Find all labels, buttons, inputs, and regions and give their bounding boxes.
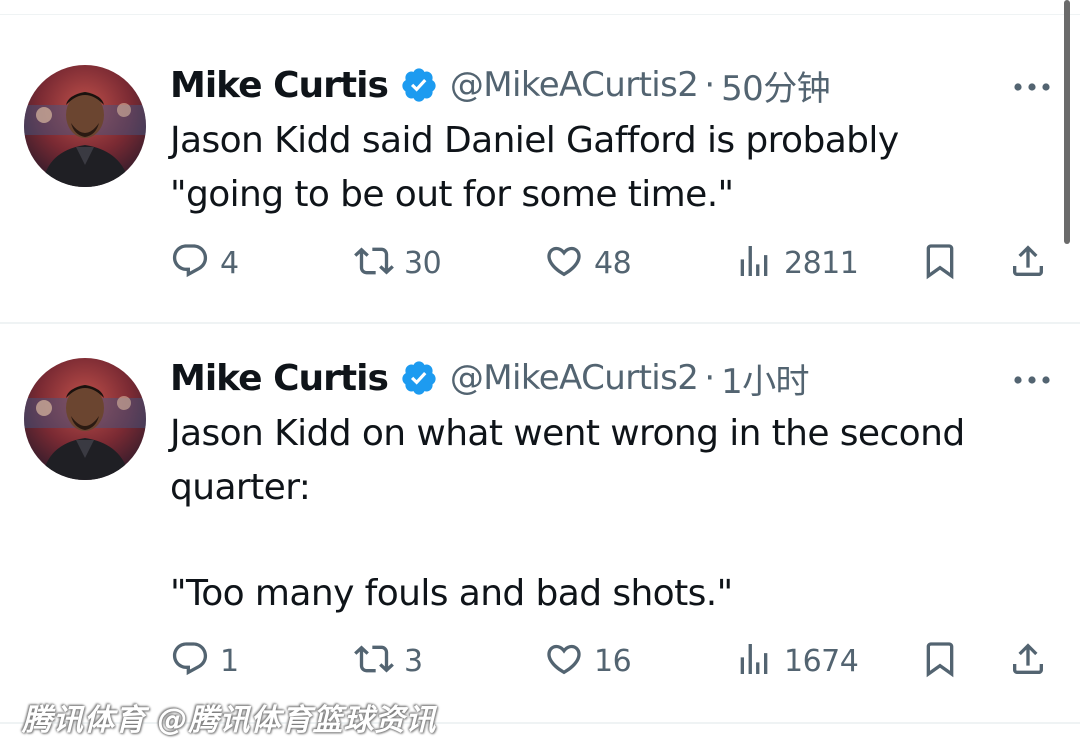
views-count: 2811 <box>784 245 859 281</box>
retweet-button[interactable]: 30 <box>354 238 442 288</box>
reply-icon <box>170 241 210 285</box>
tweet-text-line: Jason Kidd on what went wrong in the sec… <box>170 413 965 454</box>
scrollbar[interactable] <box>1064 0 1070 244</box>
retweet-button[interactable]: 3 <box>354 636 423 686</box>
timestamp[interactable]: 50分钟 <box>721 61 830 110</box>
tweet-header: Mike Curtis @MikeACurtis2 · 50分钟 <box>170 61 831 110</box>
like-button[interactable]: 16 <box>544 636 632 686</box>
like-count: 16 <box>594 643 632 679</box>
more-icon[interactable] <box>1012 78 1052 91</box>
tweet-text-line: quarter: <box>170 467 311 508</box>
reply-button[interactable]: 1 <box>170 636 239 686</box>
separator-dot: · <box>704 65 716 105</box>
tweet-text: Jason Kidd on what went wrong in the sec… <box>170 407 1050 621</box>
reply-button[interactable]: 4 <box>170 238 239 288</box>
verified-badge-icon <box>400 66 438 104</box>
watermark: 腾讯体育 @腾讯体育篮球资讯 <box>22 703 437 738</box>
reply-icon <box>170 639 210 683</box>
tweet-actions: 1 3 16 1674 <box>170 636 1060 686</box>
share-button[interactable] <box>1008 636 1048 686</box>
views-icon <box>734 639 774 683</box>
share-icon <box>1008 639 1048 683</box>
author-name[interactable]: Mike Curtis <box>170 65 389 106</box>
retweet-count: 3 <box>404 643 423 679</box>
like-count: 48 <box>594 245 632 281</box>
views-count: 1674 <box>784 643 859 679</box>
views-button[interactable]: 1674 <box>734 636 859 686</box>
author-handle[interactable]: @MikeACurtis2 <box>450 65 699 105</box>
like-icon <box>544 639 584 683</box>
separator-dot: · <box>704 358 716 398</box>
reply-count: 4 <box>220 245 239 281</box>
share-icon <box>1008 241 1048 285</box>
timestamp[interactable]: 1小时 <box>721 354 809 403</box>
views-button[interactable]: 2811 <box>734 238 859 288</box>
like-button[interactable]: 48 <box>544 238 632 288</box>
retweet-icon <box>354 241 394 285</box>
more-icon[interactable] <box>1012 371 1052 384</box>
retweet-icon <box>354 639 394 683</box>
top-divider <box>0 14 1080 15</box>
share-button[interactable] <box>1008 238 1048 288</box>
author-handle[interactable]: @MikeACurtis2 <box>450 358 699 398</box>
tweet-actions: 4 30 48 2811 <box>170 238 1060 288</box>
avatar[interactable] <box>24 65 146 187</box>
tweet-text-line: Jason Kidd said Daniel Gafford is probab… <box>170 120 899 161</box>
author-name[interactable]: Mike Curtis <box>170 358 389 399</box>
tweet-divider <box>0 322 1080 324</box>
avatar[interactable] <box>24 358 146 480</box>
tweet-header: Mike Curtis @MikeACurtis2 · 1小时 <box>170 354 810 403</box>
tweet-text-line: "Too many fouls and bad shots." <box>170 573 733 614</box>
bookmark-button[interactable] <box>920 636 960 686</box>
views-icon <box>734 241 774 285</box>
bookmark-icon <box>920 241 960 285</box>
retweet-count: 30 <box>404 245 442 281</box>
like-icon <box>544 241 584 285</box>
tweet-text: Jason Kidd said Daniel Gafford is probab… <box>170 114 1050 222</box>
reply-count: 1 <box>220 643 239 679</box>
verified-badge-icon <box>400 359 438 397</box>
bookmark-icon <box>920 639 960 683</box>
tweet-text-line: "going to be out for some time." <box>170 174 734 215</box>
bookmark-button[interactable] <box>920 238 960 288</box>
